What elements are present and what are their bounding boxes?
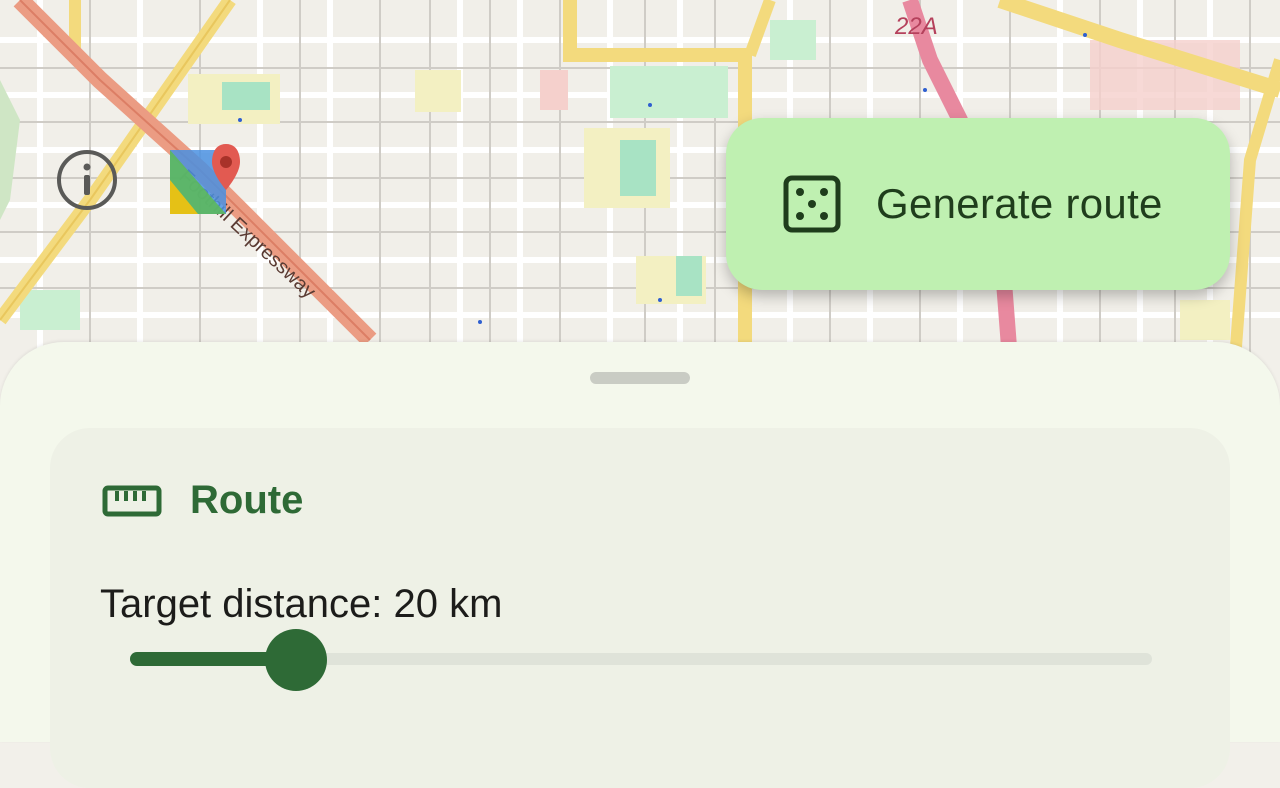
route-card-header: Route <box>102 478 303 523</box>
route-settings-card: Route Target distance: 20 km <box>50 428 1230 788</box>
route-card-title: Route <box>190 478 304 522</box>
map-view[interactable]: 22A Foothill Expressway Generate route <box>0 0 1280 360</box>
generate-route-button[interactable]: Generate route <box>726 118 1230 290</box>
generate-route-label: Generate route <box>876 180 1163 227</box>
open-in-maps-button[interactable] <box>168 140 246 218</box>
highway-shield-label: 22A <box>894 13 938 40</box>
info-button[interactable] <box>56 149 118 211</box>
google-maps-icon <box>170 144 240 214</box>
target-distance-slider[interactable] <box>130 629 1152 691</box>
ruler-icon <box>102 485 162 516</box>
dice-five-icon <box>783 175 841 233</box>
bottom-sheet: Route Target distance: 20 km <box>0 342 1280 788</box>
info-circle-icon <box>57 150 117 210</box>
sheet-drag-handle[interactable] <box>590 372 690 384</box>
slider-thumb[interactable] <box>265 629 327 691</box>
target-distance-label: Target distance: 20 km <box>100 582 503 626</box>
